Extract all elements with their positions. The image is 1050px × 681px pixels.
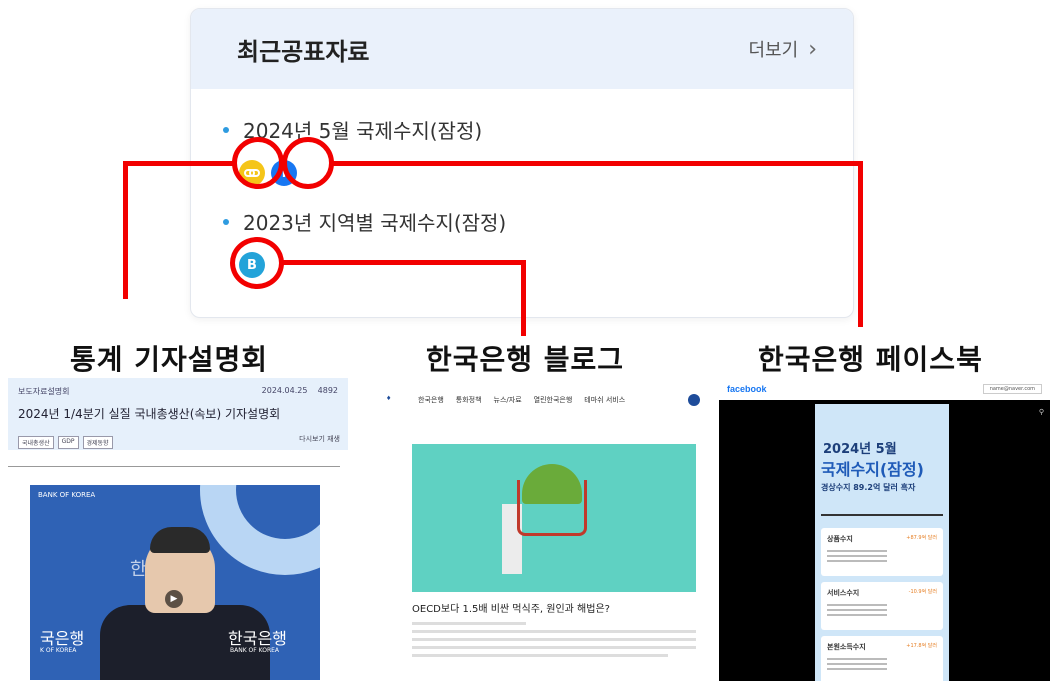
connector-line <box>521 260 526 336</box>
release-title[interactable]: 2024년 5월 국제수지(잠정) <box>223 115 482 144</box>
blog-topbar <box>378 378 708 388</box>
blog-nav-item[interactable]: 열린한국은행 <box>534 395 573 405</box>
release-title-text: 2023년 지역별 국제수지(잠정) <box>243 211 507 235</box>
connector-line <box>123 161 234 166</box>
briefing-page-header: 보도자료설명회 2024.04.25 4892 2024년 1/4분기 실질 국… <box>8 378 348 450</box>
blog-nav: ♦ 한국은행 통화정책 뉴스/자료 열린한국은행 테마쉬 서비스 <box>378 388 708 412</box>
poster-month: 2024년 5월 <box>823 442 897 457</box>
bok-logo-arc <box>200 485 320 575</box>
blog-nav-item[interactable]: 한국은행 <box>418 395 444 405</box>
video-logo-left: 국은행 <box>40 629 85 648</box>
label-briefing: 통계 기자설명회 <box>70 343 269 376</box>
blog-hero-image <box>412 444 696 592</box>
email-field[interactable]: name@naver.com <box>982 384 1042 394</box>
card-title: 최근공표자료 <box>237 37 370 66</box>
blog-nav-item[interactable]: 뉴스/자료 <box>494 395 522 405</box>
briefing-tags: 국내총생산 GDP 경제동향 <box>18 436 338 449</box>
poster-divider <box>821 502 943 516</box>
poster-panel: 본원소득수지 +17.8억 달러 <box>821 636 943 681</box>
play-icon[interactable]: ▶ <box>165 590 183 608</box>
tag[interactable]: GDP <box>57 436 79 449</box>
panel-title: 상품수지 <box>827 535 853 543</box>
release-title-text: 2024년 5월 국제수지(잠정) <box>243 119 483 143</box>
video-logo-right-sub: BANK OF KOREA <box>230 647 280 654</box>
briefing-category: 보도자료설명회 <box>18 387 70 396</box>
briefing-video[interactable]: BANK OF KOREA 한 ▶ 국은행 K OF KOREA 한국은행 BA… <box>30 485 320 680</box>
release-title[interactable]: 2023년 지역별 국제수지(잠정) <box>223 207 506 236</box>
label-blog: 한국은행 블로그 <box>426 343 625 376</box>
search-icon[interactable] <box>688 394 700 406</box>
briefing-date: 2024.04.25 <box>261 386 308 395</box>
poster-title: 국제수지(잠정) <box>821 460 924 479</box>
panel-badge: +17.8억 달러 <box>906 643 937 649</box>
panel-title: 서비스수지 <box>827 589 860 597</box>
poster-panel: 상품수지 +87.9억 달러 <box>821 528 943 576</box>
poster-subtitle: 경상수지 89.2억 달러 흑자 <box>821 483 916 492</box>
facebook-logo[interactable]: facebook <box>727 384 767 394</box>
blog-headline[interactable]: OECD보다 1.5배 비싼 먹식주, 원인과 해법은? <box>412 600 610 615</box>
share-icons: B <box>239 252 506 278</box>
connector-line <box>332 161 863 166</box>
tag[interactable]: 국내총생산 <box>18 436 54 449</box>
video-logo-right: 한국은행 <box>228 629 287 648</box>
facebook-topbar: facebook name@naver.com <box>719 378 1050 400</box>
speaker-hair <box>150 527 210 553</box>
connector-line <box>283 260 526 265</box>
video-logo-left-sub: K OF KOREA <box>40 647 77 654</box>
bullet-icon <box>223 218 229 225</box>
briefing-views: 4892 <box>317 386 338 395</box>
facebook-post-image[interactable]: 2024년 5월 국제수지(잠정) 경상수지 89.2억 달러 흑자 상품수지 … <box>815 404 949 681</box>
zoom-icon[interactable]: ⚲ <box>1039 408 1044 416</box>
facebook-page-screenshot: facebook name@naver.com ⚲ 2024년 5월 국제수지(… <box>719 378 1050 681</box>
tag[interactable]: 경제동향 <box>82 436 113 449</box>
link-icon[interactable] <box>239 160 265 186</box>
divider <box>8 466 340 467</box>
blog-nav-item[interactable]: 테마쉬 서비스 <box>584 395 625 405</box>
blog-body-text <box>412 622 696 662</box>
bullet-icon <box>223 126 229 133</box>
facebook-icon[interactable]: f <box>271 160 297 186</box>
blog-icon[interactable]: B <box>239 252 265 278</box>
panel-badge: +87.9억 달러 <box>906 535 937 541</box>
briefing-title: 2024년 1/4분기 실질 국내총생산(속보) 기자설명회 <box>18 407 281 421</box>
replay-link[interactable]: 다시보기 재생 <box>299 434 340 444</box>
panel-title: 본원소득수지 <box>827 643 866 651</box>
more-label: 더보기 <box>748 40 799 61</box>
poster-panel: 서비스수지 -10.9억 달러 <box>821 582 943 630</box>
video-bok-label: BANK OF KOREA <box>38 491 96 499</box>
more-link[interactable]: 더보기 › <box>749 36 818 62</box>
bok-logo-icon: ♦ <box>386 395 392 402</box>
panel-badge: -10.9억 달러 <box>908 589 937 595</box>
card-header: 최근공표자료 더보기 › <box>191 9 853 89</box>
connector-line <box>858 161 863 327</box>
blog-nav-item[interactable]: 통화정책 <box>456 395 482 405</box>
blog-page-screenshot: ♦ 한국은행 통화정책 뉴스/자료 열린한국은행 테마쉬 서비스 OECD보다 … <box>378 378 708 681</box>
release-item: 2023년 지역별 국제수지(잠정) B <box>223 207 506 278</box>
connector-line <box>123 161 128 299</box>
release-item: 2024년 5월 국제수지(잠정) f <box>223 115 482 186</box>
chevron-right-icon: › <box>808 36 817 62</box>
shopping-cart-icon <box>517 480 587 536</box>
label-facebook: 한국은행 페이스북 <box>758 343 983 376</box>
